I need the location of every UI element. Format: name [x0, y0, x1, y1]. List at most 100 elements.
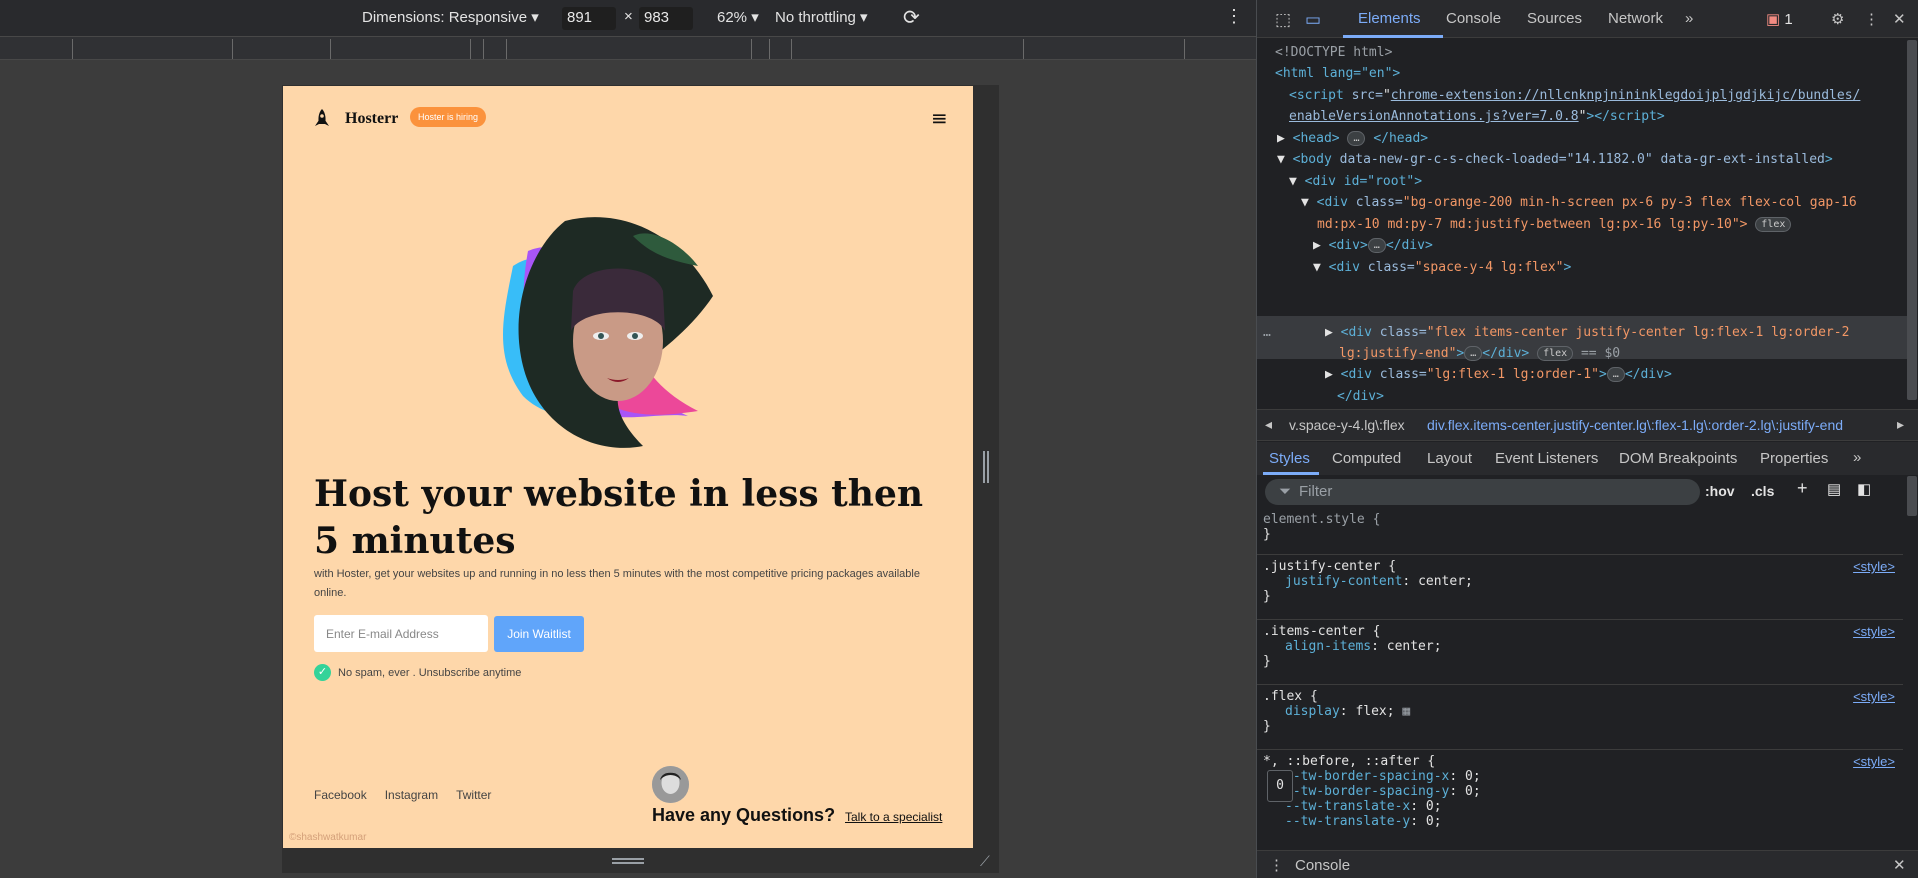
horizontal-resize-bar[interactable]: ⟋ [283, 848, 999, 873]
breadcrumb-forward-icon[interactable]: ▸ [1897, 416, 1904, 433]
settings-icon[interactable]: ⚙ [1831, 10, 1844, 28]
tab-layout[interactable]: Layout [1427, 450, 1472, 467]
corner-resize-icon[interactable]: ⟋ [980, 854, 990, 870]
sidebar-toggle-icon[interactable]: ◧ [1857, 480, 1871, 498]
dimensions-dropdown[interactable]: Dimensions: Responsive ▾ [362, 8, 539, 26]
tab-properties[interactable]: Properties [1760, 450, 1828, 467]
dom-div-bg[interactable]: ▼ <div class="bg-orange-200 min-h-screen… [1301, 192, 1857, 214]
rule-justify-center[interactable]: .justify-center { justify-content: cente… [1257, 555, 1903, 620]
instagram-link[interactable]: Instagram [385, 788, 438, 802]
tab-console[interactable]: Console [1446, 10, 1501, 27]
brand-name: Hosterr [345, 110, 399, 127]
social-links: Facebook Instagram Twitter [314, 788, 491, 802]
dom-row-menu-icon[interactable]: … [1263, 322, 1271, 344]
email-input[interactable] [314, 615, 488, 652]
dom-root[interactable]: ▼ <div id="root"> [1289, 171, 1422, 193]
more-style-tabs-icon[interactable]: » [1853, 449, 1861, 466]
spam-note-text: No spam, ever . Unsubscribe anytime [338, 666, 522, 679]
console-drawer-bar: ⋮ Console ✕ [1257, 850, 1918, 878]
rule-universal[interactable]: *, ::before, ::after { --tw-border-spaci… [1257, 750, 1903, 844]
styles-tab-indicator [1263, 472, 1319, 475]
facebook-link[interactable]: Facebook [314, 788, 367, 802]
tab-dom-breakpoints[interactable]: DOM Breakpoints [1619, 450, 1737, 467]
tab-event-listeners[interactable]: Event Listeners [1495, 450, 1598, 467]
dom-div-order1[interactable]: ▶ <div class="lg:flex-1 lg:order-1">… </d… [1325, 364, 1672, 386]
rule-element-style[interactable]: element.style {} [1257, 508, 1903, 555]
dom-scrollbar[interactable] [1907, 40, 1917, 400]
drawer-console-tab[interactable]: Console [1295, 857, 1350, 874]
hoster-page: Hosterr Hoster is hiring ≡ Host your web… [283, 86, 973, 848]
breadcrumb-item-parent[interactable]: v.space-y-4.lg\:flex [1289, 417, 1405, 433]
devtools-panel: ⬚ ▭ Elements Console Sources Network » ▣… [1256, 0, 1918, 878]
tab-sources[interactable]: Sources [1527, 10, 1582, 27]
dom-doctype[interactable]: <!DOCTYPE html> [1275, 42, 1392, 64]
times-sign: × [624, 8, 633, 25]
zoom-dropdown[interactable]: 62% ▾ [717, 8, 759, 26]
tab-network[interactable]: Network [1608, 10, 1663, 27]
new-rule-icon[interactable]: + [1797, 478, 1808, 499]
tooltip: 0 [1267, 770, 1293, 802]
dom-head[interactable]: ▶ <head> … </head> [1277, 128, 1428, 150]
more-tabs-icon[interactable]: » [1685, 10, 1693, 27]
dom-tree: <!DOCTYPE html> <html lang="en"> <script… [1257, 38, 1907, 406]
tab-styles[interactable]: Styles [1269, 450, 1310, 467]
height-input[interactable]: 983 [639, 7, 693, 30]
talk-to-specialist-link[interactable]: Talk to a specialist [845, 810, 942, 824]
rotate-icon[interactable]: ⟳ [903, 5, 920, 30]
dom-div-space[interactable]: ▼ <div class="space-y-4 lg:flex"> [1313, 257, 1571, 279]
issues-badge[interactable]: ▣ 1 [1766, 10, 1793, 28]
tab-elements[interactable]: Elements [1358, 10, 1421, 27]
cls-toggle[interactable]: .cls [1751, 483, 1774, 499]
check-icon: ✓ [314, 664, 331, 681]
dom-script-cont[interactable]: enableVersionAnnotations.js?ver=7.0.8"><… [1289, 106, 1665, 128]
spam-note: ✓ No spam, ever . Unsubscribe anytime [314, 664, 521, 681]
menu-icon[interactable]: ≡ [931, 106, 948, 130]
twitter-link[interactable]: Twitter [456, 788, 491, 802]
rule-items-center[interactable]: .items-center { align-items: center; } <… [1257, 620, 1903, 685]
close-devtools-icon[interactable]: ✕ [1893, 10, 1906, 28]
device-toolbar: Dimensions: Responsive ▾ 891 × 983 62% ▾… [0, 0, 1256, 36]
devtools-menu-icon[interactable]: ⋮ [1864, 10, 1879, 28]
avatar [652, 766, 689, 803]
device-toggle-icon[interactable]: ▭ [1305, 10, 1321, 30]
dom-div-empty[interactable]: ▶ <div>… </div> [1313, 235, 1433, 257]
dom-div-close[interactable]: </div> [1337, 386, 1384, 406]
hero-subtitle: with Hoster, get your websites up and ru… [314, 568, 920, 599]
paint-icon[interactable]: ▤ [1827, 480, 1841, 498]
breadcrumb: ◂ v.space-y-4.lg\:flex div.flex.items-ce… [1257, 409, 1918, 441]
close-drawer-icon[interactable]: ✕ [1893, 856, 1906, 874]
drawer-menu-icon[interactable]: ⋮ [1269, 856, 1284, 874]
breadcrumb-back-icon[interactable]: ◂ [1265, 416, 1272, 433]
breadcrumb-item-current[interactable]: div.flex.items-center.justify-center.lg\… [1427, 417, 1843, 433]
brand[interactable]: Hosterr [313, 108, 398, 130]
width-input[interactable]: 891 [562, 7, 616, 30]
filter-icon: ⏷ [1279, 483, 1292, 500]
tab-computed[interactable]: Computed [1332, 450, 1401, 467]
more-options-icon[interactable]: ⋮ [1225, 6, 1243, 27]
dom-div-selected[interactable]: ▶ <div class="flex items-center justify-… [1325, 322, 1849, 344]
hiring-badge[interactable]: Hoster is hiring [410, 107, 487, 127]
hov-toggle[interactable]: :hov [1705, 483, 1735, 499]
inspect-icon[interactable]: ⬚ [1275, 10, 1291, 30]
flexbox-editor-icon[interactable]: ▦ [1402, 704, 1410, 719]
styles-filter-input[interactable]: ⏷ Filter [1265, 479, 1700, 505]
dom-div-bg-cont[interactable]: md:px-10 md:py-7 md:justify-between lg:p… [1317, 214, 1792, 236]
media-query-ruler [0, 36, 1256, 60]
styles-scrollbar[interactable] [1907, 476, 1917, 516]
dom-body[interactable]: ▼ <body data-new-gr-c-s-check-loaded="14… [1277, 149, 1833, 171]
dom-div-selected-cont[interactable]: lg:justify-end">… </div> flex == $0 [1339, 343, 1620, 365]
rocket-icon [315, 109, 329, 126]
styles-tabbar: Styles Computed Layout Event Listeners D… [1257, 442, 1918, 475]
hero-headline: Host your website in less then 5 minutes [314, 473, 924, 562]
horizontal-resize-handle[interactable] [612, 858, 644, 864]
credit-text: ©shashwatkumar [289, 832, 367, 843]
join-waitlist-button[interactable]: Join Waitlist [494, 616, 584, 652]
vertical-resize-handle[interactable] [983, 451, 989, 483]
dom-script[interactable]: <script src="chrome-extension://nllcnknp… [1289, 85, 1860, 107]
vertical-resize-bar[interactable] [973, 86, 999, 848]
devtools-tabbar: ⬚ ▭ Elements Console Sources Network » ▣… [1257, 0, 1918, 38]
dom-html[interactable]: <html lang="en"> [1275, 63, 1400, 85]
throttling-dropdown[interactable]: No throttling ▾ [775, 8, 868, 26]
rule-flex[interactable]: .flex { display: flex; ▦ } <style> [1257, 685, 1903, 750]
styles-rules: element.style {} .justify-center { justi… [1257, 508, 1903, 844]
